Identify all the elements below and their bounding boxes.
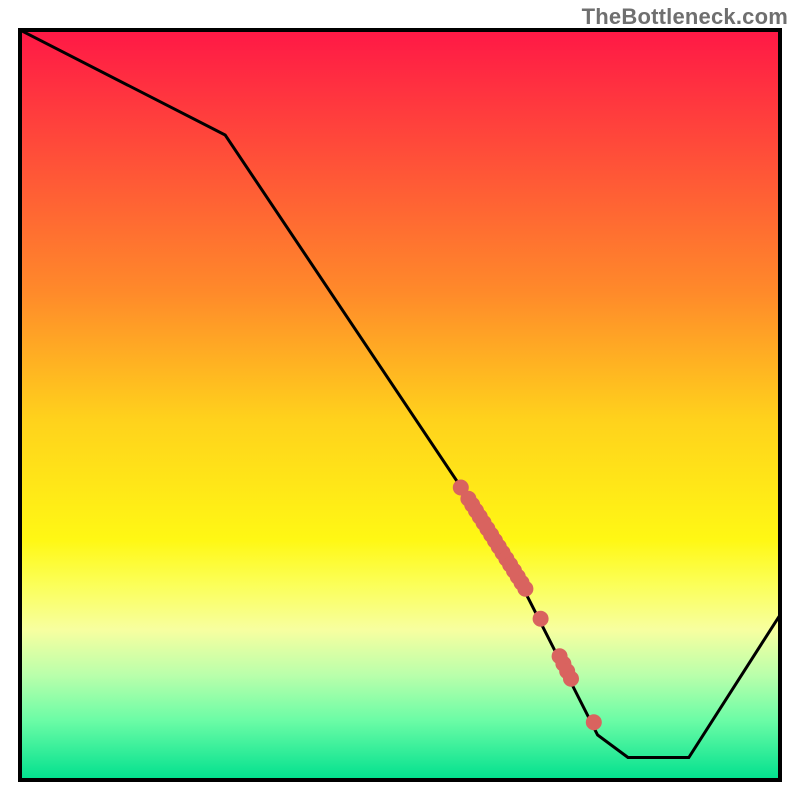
bottleneck-chart xyxy=(0,0,800,800)
chart-container: TheBottleneck.com xyxy=(0,0,800,800)
data-point xyxy=(586,714,602,730)
data-point xyxy=(563,671,579,687)
data-point xyxy=(533,611,549,627)
watermark-text: TheBottleneck.com xyxy=(582,4,788,30)
gradient-background xyxy=(20,30,780,780)
data-point xyxy=(517,581,533,597)
